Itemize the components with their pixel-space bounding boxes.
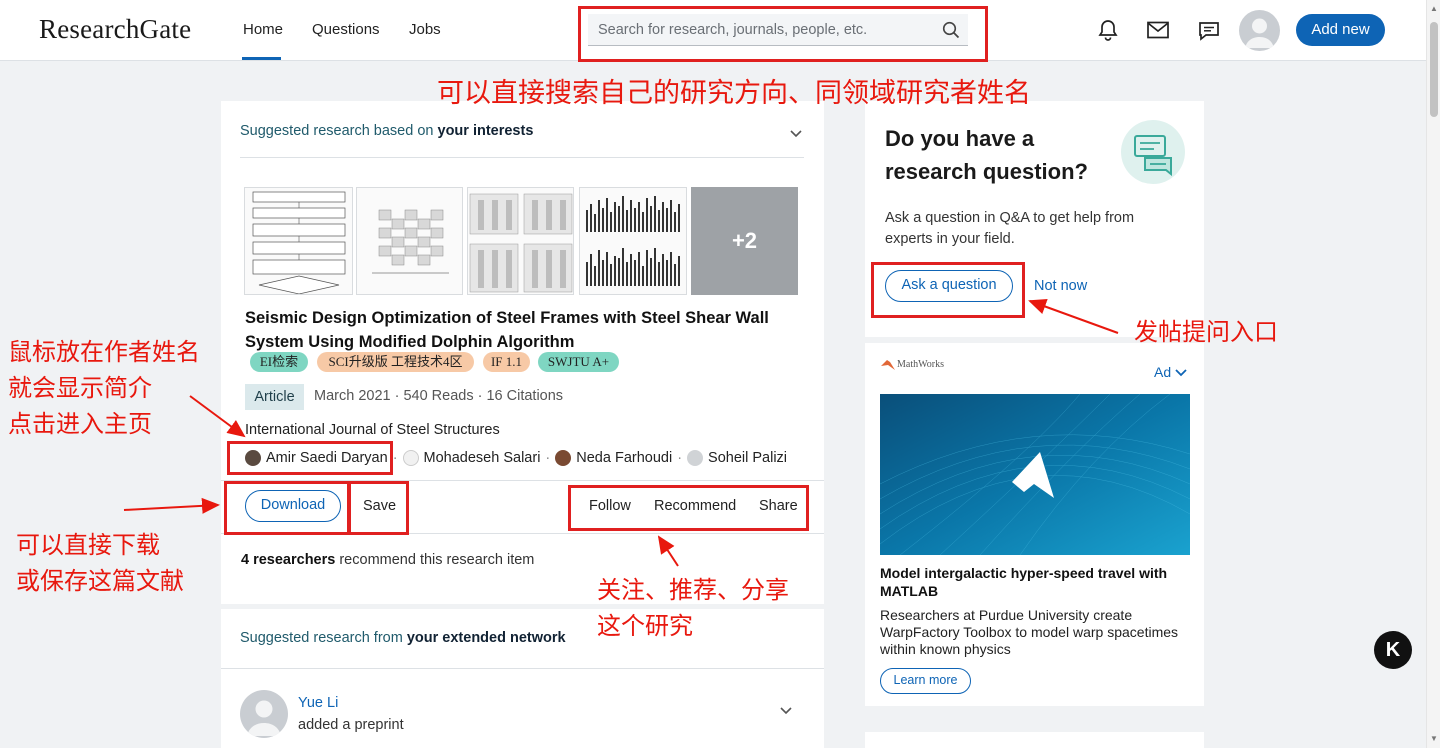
tag-sci: SCI升级版 工程技术4区 bbox=[317, 352, 474, 372]
separator: · bbox=[677, 450, 683, 466]
question-card-text: Ask a question in Q&A to get help from e… bbox=[885, 210, 1135, 247]
chevron-down-icon[interactable] bbox=[790, 125, 802, 143]
card-heading-prefix: Suggested research based on bbox=[240, 123, 438, 139]
annotation-download-line1: 可以直接下载 bbox=[16, 531, 160, 559]
author-avatar[interactable] bbox=[555, 450, 572, 466]
nav-questions[interactable]: Questions bbox=[312, 21, 380, 38]
journal-name[interactable]: International Journal of Steel Structure… bbox=[245, 422, 500, 438]
ad-label[interactable]: Ad bbox=[1154, 364, 1187, 380]
author-name[interactable]: Mohadeseh Salari bbox=[424, 450, 541, 466]
card-heading: Suggested research based on your interes… bbox=[240, 123, 533, 139]
floating-k-extension-icon[interactable]: K bbox=[1374, 631, 1412, 669]
person-action: added a preprint bbox=[298, 717, 404, 733]
card-heading-emphasis: your interests bbox=[437, 123, 534, 139]
annotation-box-actions bbox=[568, 485, 809, 531]
ad-label-text: Ad bbox=[1154, 364, 1172, 380]
nav-active-indicator bbox=[242, 57, 281, 60]
recommend-count[interactable]: 4 researchers bbox=[241, 552, 335, 568]
scroll-up-arrow-icon[interactable]: ▲ bbox=[1430, 4, 1438, 13]
publication-meta: March 2021 · 540 Reads · 16 Citations bbox=[314, 388, 564, 404]
bell-icon[interactable] bbox=[1098, 19, 1118, 46]
annotation-download-line2: 或保存这篇文献 bbox=[16, 567, 184, 595]
annotation-ask-text: 发帖提问入口 bbox=[1134, 318, 1278, 346]
ad-title[interactable]: Model intergalactic hyper-speed travel w… bbox=[880, 564, 1190, 600]
card-heading: Suggested research from your extended ne… bbox=[240, 630, 566, 646]
mathworks-logo[interactable]: MathWorks bbox=[881, 358, 944, 370]
annotation-box-download bbox=[224, 481, 350, 535]
figure-thumbnail-frame-grid[interactable] bbox=[467, 187, 574, 295]
author-avatar[interactable] bbox=[402, 450, 419, 466]
chat-icon[interactable] bbox=[1198, 21, 1220, 46]
nav-jobs[interactable]: Jobs bbox=[409, 21, 441, 38]
person-name[interactable]: Yue Li bbox=[298, 695, 338, 711]
tag-ei: EI检索 bbox=[250, 352, 308, 372]
page-scrollbar[interactable]: ▲ ▼ bbox=[1426, 0, 1440, 748]
next-sidebar-card bbox=[865, 732, 1204, 748]
chevron-down-icon[interactable] bbox=[780, 702, 792, 720]
scroll-down-arrow-icon[interactable]: ▼ bbox=[1430, 734, 1438, 743]
figure-thumbnail-frame-model[interactable] bbox=[356, 187, 463, 295]
author-name[interactable]: Soheil Palizi bbox=[708, 450, 787, 466]
annotation-actions-line2: 这个研究 bbox=[597, 612, 693, 640]
annotation-box-author bbox=[227, 441, 393, 475]
ad-body: Researchers at Purdue University create … bbox=[880, 607, 1179, 657]
advertisement-card: MathWorks Ad Model intergalactic hyper-s… bbox=[865, 343, 1204, 706]
researchgate-logo[interactable]: ResearchGate bbox=[39, 14, 191, 45]
separator: · bbox=[392, 450, 398, 466]
tag-swjtu: SWJTU A+ bbox=[538, 352, 619, 372]
more-figures-overlay[interactable]: +2 bbox=[691, 187, 798, 295]
figure-thumbnail-bar-charts[interactable] bbox=[579, 187, 687, 295]
annotation-hover-line3: 点击进入主页 bbox=[8, 410, 152, 438]
card-heading-prefix: Suggested research from bbox=[240, 630, 407, 646]
divider bbox=[240, 157, 804, 158]
tag-impact-factor: IF 1.1 bbox=[483, 352, 530, 372]
annotation-box-ask bbox=[871, 262, 1025, 318]
nav-home[interactable]: Home bbox=[243, 21, 283, 38]
scrollbar-thumb[interactable] bbox=[1430, 22, 1438, 117]
recommend-suffix: recommend this research item bbox=[335, 552, 535, 568]
question-card-title: Do you have a research question? bbox=[885, 126, 1088, 184]
ad-image[interactable] bbox=[880, 394, 1190, 555]
ad-brand-name: MathWorks bbox=[897, 358, 944, 370]
not-now-link[interactable]: Not now bbox=[1034, 278, 1087, 294]
user-avatar[interactable] bbox=[1239, 10, 1280, 51]
separator: · bbox=[545, 450, 551, 466]
network-research-card: Suggested research from your extended ne… bbox=[221, 609, 824, 748]
publication-type-badge: Article bbox=[245, 384, 304, 410]
figure-thumbnail-flowchart[interactable] bbox=[244, 187, 353, 295]
author-name[interactable]: Neda Farhoudi bbox=[576, 450, 672, 466]
add-new-button[interactable]: Add new bbox=[1296, 14, 1385, 46]
divider bbox=[221, 668, 824, 669]
author-avatar[interactable] bbox=[687, 450, 704, 466]
card-heading-emphasis: your extended network bbox=[406, 630, 566, 646]
annotation-hover-line2: 就会显示简介 bbox=[8, 374, 152, 402]
annotation-search-text: 可以直接搜索自己的研究方向、同领域研究者姓名 bbox=[437, 78, 1031, 109]
mathworks-membrane-icon bbox=[881, 360, 895, 370]
chevron-down-icon bbox=[1175, 369, 1187, 377]
person-avatar[interactable] bbox=[240, 690, 288, 738]
annotation-hover-line1: 鼠标放在作者姓名 bbox=[8, 338, 200, 366]
learn-more-button[interactable]: Learn more bbox=[880, 668, 971, 694]
arrow-to-download bbox=[123, 497, 220, 514]
annotation-box-save bbox=[348, 481, 409, 535]
speech-bubbles-icon bbox=[1121, 120, 1185, 184]
annotation-actions-line1: 关注、推荐、分享 bbox=[597, 576, 789, 604]
research-title[interactable]: Seismic Design Optimization of Steel Fra… bbox=[245, 306, 785, 354]
mail-icon[interactable] bbox=[1147, 21, 1169, 44]
annotation-box-search bbox=[578, 6, 988, 62]
recommendation-summary: 4 researchers recommend this research it… bbox=[241, 552, 534, 568]
